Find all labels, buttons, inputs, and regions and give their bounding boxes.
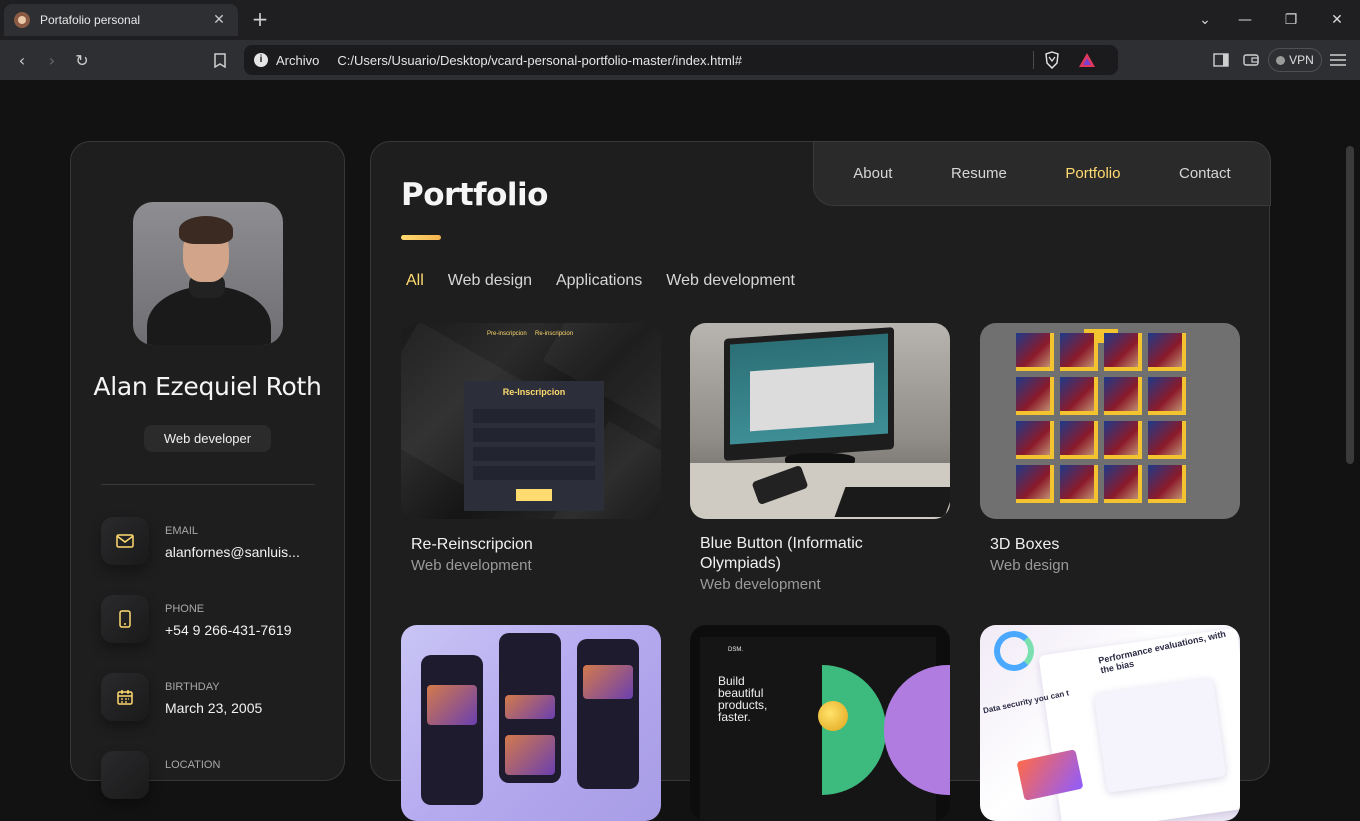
wallet-icon[interactable] — [1241, 50, 1261, 70]
rewards-icon[interactable] — [1078, 52, 1096, 68]
brave-shields-icon[interactable] — [1044, 51, 1060, 69]
close-tab-icon[interactable]: ✕ — [210, 12, 228, 28]
close-window-button[interactable]: ✕ — [1314, 0, 1360, 40]
nav-contact[interactable]: Contact — [1179, 165, 1231, 182]
contact-label: Birthday — [165, 681, 220, 693]
email-link[interactable]: alanfornes@sanluis... — [165, 544, 300, 560]
filter-all[interactable]: All — [406, 272, 424, 290]
project-title: 3D Boxes — [990, 536, 1060, 553]
filter-web-design[interactable]: Web design — [448, 272, 532, 290]
url-text[interactable]: C:/Users/Usuario/Desktop/vcard-personal-… — [337, 53, 742, 68]
forward-icon[interactable]: › — [40, 48, 64, 72]
calendar-icon — [101, 673, 149, 721]
location-icon — [101, 751, 149, 799]
contact-phone: Phone +54 9 266-431-7619 — [101, 595, 331, 645]
role-badge: Web developer — [144, 425, 271, 452]
thumb-heading: Build beautiful products, faster. — [718, 674, 768, 724]
browser-tab[interactable]: Portafolio personal ✕ — [4, 4, 238, 36]
project-title: Blue Button (Informatic Olympiads) — [700, 535, 863, 572]
filter-applications[interactable]: Applications — [556, 272, 642, 290]
nav-about[interactable]: About — [853, 165, 892, 182]
sidebar-icon[interactable] — [1211, 50, 1231, 70]
site-info-icon[interactable]: i — [254, 53, 268, 67]
vpn-label: VPN — [1289, 53, 1314, 67]
contact-birthday: Birthday March 23, 2005 — [101, 673, 331, 723]
project-category: Web development — [700, 576, 821, 593]
contact-location: Location — [101, 751, 331, 801]
address-divider — [1033, 51, 1034, 69]
nav-portfolio[interactable]: Portfolio — [1065, 165, 1120, 182]
project-thumbnail[interactable] — [690, 323, 950, 519]
back-icon[interactable]: ‹ — [10, 48, 34, 72]
filter-web-development[interactable]: Web development — [666, 272, 795, 290]
new-tab-button[interactable]: + — [248, 8, 272, 32]
project-category: Web development — [411, 557, 532, 574]
project-thumbnail[interactable]: DSM. Build beautiful products, faster. — [690, 625, 950, 821]
birthday-value: March 23, 2005 — [165, 700, 263, 716]
project-thumbnail[interactable]: Pre-inscripcion Re-inscripcion Re-Inscri… — [401, 323, 661, 519]
thumb-logo: DSM. — [728, 647, 743, 653]
avatar — [133, 202, 283, 345]
nav-resume[interactable]: Resume — [951, 165, 1007, 182]
profile-sidebar: Alan Ezequiel Roth Web developer Email a… — [70, 141, 345, 799]
project-thumbnail[interactable] — [980, 323, 1240, 519]
contact-label: Phone — [165, 603, 205, 615]
profile-name: Alan Ezequiel Roth — [93, 372, 322, 401]
thumb-tabs: Pre-inscripcion Re-inscripcion — [487, 331, 574, 337]
bookmark-icon[interactable] — [208, 48, 232, 72]
contact-label: Email — [165, 525, 199, 537]
page-title: Portfolio — [401, 177, 548, 213]
minimize-button[interactable]: — — [1222, 0, 1268, 40]
vpn-status-icon — [1276, 55, 1286, 65]
favicon-icon — [14, 12, 30, 28]
mail-icon — [101, 517, 149, 565]
scheme-label: Archivo — [276, 52, 320, 68]
reload-icon[interactable]: ↻ — [70, 48, 94, 72]
sidebar-divider — [101, 484, 315, 485]
project-thumbnail[interactable]: Performance evaluations, with the bias D… — [980, 625, 1240, 821]
restore-button[interactable]: ❐ — [1268, 0, 1314, 40]
phone-link[interactable]: +54 9 266-431-7619 — [165, 622, 292, 638]
filter-list: All Web design Applications Web developm… — [406, 272, 795, 290]
vpn-button[interactable]: VPN — [1268, 48, 1322, 72]
tab-strip: Portafolio personal ✕ + ⌄ — ❐ ✕ — [0, 0, 1360, 40]
project-category: Web design — [990, 557, 1069, 574]
project-title: Re-Reinscripcion — [411, 536, 533, 553]
page-scrollbar[interactable] — [1346, 146, 1354, 464]
menu-icon[interactable] — [1328, 50, 1348, 70]
main-navbar: About Resume Portfolio Contact — [813, 141, 1271, 206]
phone-icon — [101, 595, 149, 643]
portfolio-panel: About Resume Portfolio Contact Portfolio… — [370, 141, 1271, 821]
contact-email: Email alanfornes@sanluis... — [101, 517, 331, 567]
title-underline — [401, 235, 441, 240]
address-bar[interactable]: i Archivo C:/Users/Usuario/Desktop/vcard… — [244, 45, 1118, 75]
project-thumbnail[interactable] — [401, 625, 661, 821]
contact-label: Location — [165, 759, 221, 771]
thumb-form: Re-Inscripcion — [464, 381, 604, 511]
tab-title: Portafolio personal — [40, 13, 141, 27]
